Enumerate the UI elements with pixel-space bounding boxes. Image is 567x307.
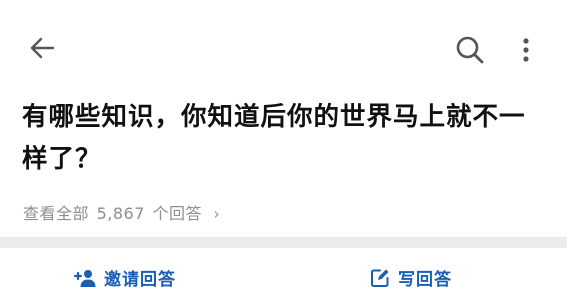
arrow-left-icon (30, 37, 55, 59)
edit-icon (371, 269, 389, 287)
answer-count: 5,867 (96, 204, 145, 223)
question-title: 有哪些知识，你知道后你的世界马上就不一样了？ (22, 102, 526, 174)
action-bar: 邀请回答 写回答 (0, 248, 567, 307)
chevron-right-icon: › (213, 205, 221, 223)
answers-link-prefix: 查看全部 (23, 204, 90, 223)
back-button[interactable] (27, 33, 57, 63)
answers-link-suffix: 个回答 (152, 204, 203, 223)
question-card: 有哪些知识，你知道后你的世界马上就不一样了？ 查看全部 5,867 个回答 › (0, 0, 567, 237)
invite-answer-label: 邀请回答 (104, 270, 176, 290)
write-answer-button[interactable]: 写回答 (370, 248, 452, 307)
more-button[interactable] (517, 36, 535, 66)
add-person-icon (73, 269, 96, 287)
search-button[interactable] (454, 34, 486, 66)
more-vertical-icon (523, 38, 529, 62)
invite-answer-button[interactable]: 邀请回答 (72, 248, 176, 307)
search-icon (456, 36, 484, 64)
view-all-answers-link[interactable]: 查看全部 5,867 个回答 › (23, 200, 220, 224)
write-answer-label: 写回答 (398, 270, 452, 290)
